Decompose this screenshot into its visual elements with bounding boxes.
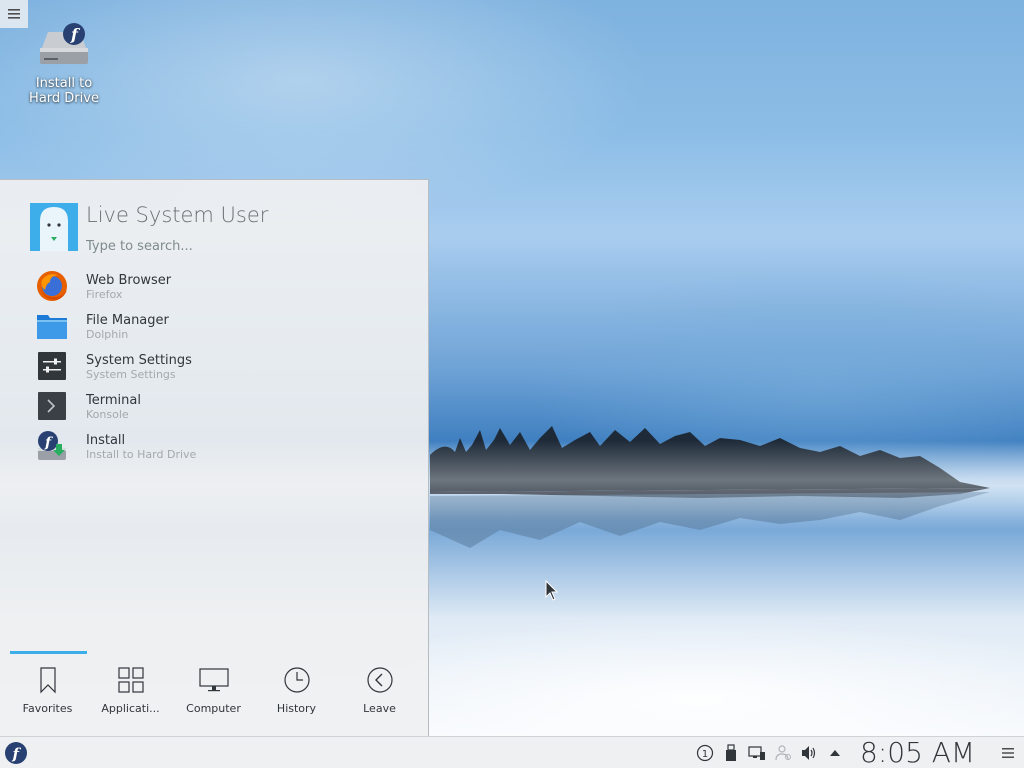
favorite-terminal[interactable]: Terminal Konsole bbox=[30, 386, 420, 426]
fedora-install-drive-icon: f bbox=[40, 23, 88, 64]
favorite-subtitle: Install to Hard Drive bbox=[86, 448, 197, 461]
grid-icon bbox=[117, 667, 144, 693]
application-launcher: Live System User Web Browser Firefox Fil… bbox=[0, 179, 429, 736]
favorite-web-browser[interactable]: Web Browser Firefox bbox=[30, 266, 420, 306]
favorite-file-manager[interactable]: File Manager Dolphin bbox=[30, 306, 420, 346]
favorite-title: System Settings bbox=[86, 353, 192, 368]
tab-favorites[interactable]: Favorites bbox=[6, 666, 89, 726]
hamburger-menu-icon bbox=[8, 9, 20, 19]
favorite-title: File Manager bbox=[86, 313, 169, 328]
favorite-system-settings[interactable]: System Settings System Settings bbox=[30, 346, 420, 386]
back-arrow-icon bbox=[366, 667, 393, 693]
notifications-icon[interactable]: 1 bbox=[696, 744, 714, 762]
firefox-icon bbox=[37, 271, 67, 301]
volume-icon[interactable] bbox=[800, 744, 818, 762]
bottom-panel: f 1 8:05 AM bbox=[0, 736, 1024, 768]
usb-device-icon[interactable] bbox=[722, 744, 740, 762]
favorite-subtitle: Konsole bbox=[86, 408, 129, 421]
svg-text:1: 1 bbox=[702, 749, 708, 760]
network-icon[interactable] bbox=[748, 744, 766, 762]
monitor-icon bbox=[198, 668, 229, 692]
favorite-subtitle: System Settings bbox=[86, 368, 176, 381]
fedora-logo-icon[interactable]: f bbox=[4, 741, 28, 765]
search-input[interactable] bbox=[86, 236, 386, 256]
user-avatar bbox=[30, 203, 78, 251]
terminal-icon bbox=[38, 392, 66, 420]
digital-clock[interactable]: 8:05 AM bbox=[860, 737, 975, 768]
tab-label: Applicati... bbox=[101, 702, 160, 715]
launcher-tabs: Favorites Applicati... Computer History … bbox=[6, 666, 422, 726]
favorite-install[interactable]: f Install Install to Hard Drive bbox=[30, 426, 420, 466]
settings-icon bbox=[38, 352, 66, 380]
tab-computer[interactable]: Computer bbox=[172, 666, 255, 726]
favorite-title: Terminal bbox=[86, 393, 141, 408]
tab-label: Favorites bbox=[22, 702, 73, 715]
desktop-icon-install[interactable]: f Install to Hard Drive bbox=[14, 22, 114, 106]
mouse-cursor-icon bbox=[545, 580, 559, 601]
clock-icon bbox=[283, 667, 310, 693]
favorite-title: Web Browser bbox=[86, 273, 172, 288]
favorites-list: Web Browser Firefox File Manager Dolphin… bbox=[30, 266, 420, 466]
favorite-subtitle: Firefox bbox=[86, 288, 123, 301]
active-tab-indicator bbox=[10, 651, 87, 654]
tab-leave[interactable]: Leave bbox=[338, 666, 421, 726]
bookmark-icon bbox=[39, 667, 56, 694]
user-name: Live System User bbox=[86, 203, 269, 227]
panel-menu-icon[interactable] bbox=[1000, 745, 1016, 761]
user-switch-icon[interactable] bbox=[774, 744, 792, 762]
favorite-title: Install bbox=[86, 433, 126, 448]
tab-label: Leave bbox=[363, 702, 396, 715]
folder-icon bbox=[37, 315, 67, 339]
tab-label: Computer bbox=[186, 702, 241, 715]
tab-history[interactable]: History bbox=[255, 666, 338, 726]
expand-tray-icon[interactable] bbox=[826, 744, 844, 762]
tab-label: History bbox=[276, 702, 317, 715]
desktop-icon-label: Install to Hard Drive bbox=[29, 76, 99, 106]
tab-applications[interactable]: Applicati... bbox=[89, 666, 172, 726]
favorite-subtitle: Dolphin bbox=[86, 328, 129, 341]
fedora-install-icon: f bbox=[38, 431, 66, 460]
